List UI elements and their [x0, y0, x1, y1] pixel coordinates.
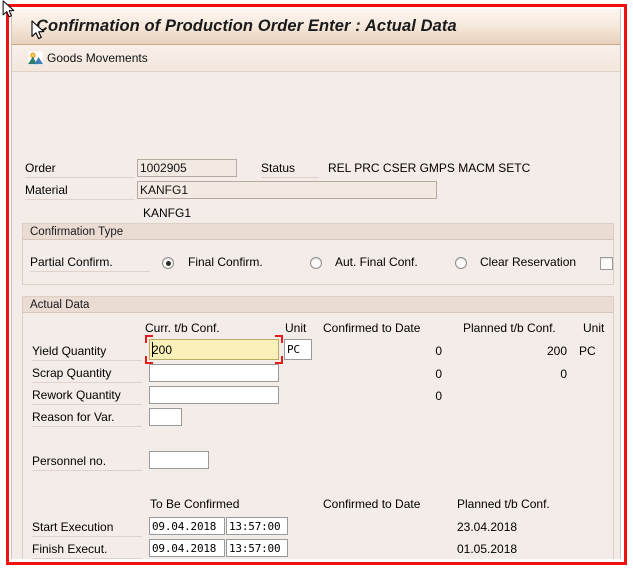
text-caret: [152, 342, 153, 357]
radio-clear-reservation-label: Clear Reservation: [480, 255, 577, 269]
finish-execut-time-input[interactable]: [226, 539, 288, 557]
start-execution-planned: 23.04.2018: [457, 520, 518, 534]
col-curr-tb-conf: Curr. t/b Conf.: [145, 321, 220, 335]
order-label: Order: [25, 161, 135, 178]
material-input[interactable]: [137, 181, 437, 199]
window-title-bar: Confirmation of Production Order Enter :…: [12, 9, 620, 45]
application-toolbar: Goods Movements: [12, 45, 620, 72]
finish-execut-planned: 01.05.2018: [457, 542, 518, 556]
confirmation-type-section-title: Confirmation Type: [22, 223, 614, 240]
actual-data-section-title: Actual Data: [22, 296, 614, 313]
radio-final-confirm-label: Final Confirm.: [188, 255, 263, 269]
sap-gui-window: Confirmation of Production Order Enter :…: [11, 9, 621, 559]
yield-quantity-label: Yield Quantity: [32, 344, 142, 361]
rework-quantity-input[interactable]: [149, 386, 279, 404]
col-to-be-confirmed: To Be Confirmed: [150, 497, 240, 511]
personnel-no-label: Personnel no.: [32, 454, 142, 471]
yield-planned-unit: PC: [579, 344, 596, 358]
col-confirmed-to-date: Confirmed to Date: [323, 321, 421, 335]
goods-movements-button[interactable]: Goods Movements: [25, 48, 151, 67]
rework-confirmed-to-date: 0: [435, 389, 442, 403]
main-content: Order Status REL PRC CSER GMPS MACM SETC…: [12, 72, 620, 559]
radio-clear-reservation[interactable]: [455, 257, 467, 269]
yield-unit-input[interactable]: [284, 339, 312, 360]
col-planned-tb-conf: Planned t/b Conf.: [463, 321, 556, 335]
scrap-confirmed-to-date: 0: [435, 367, 442, 381]
col-dates-confirmed-to-date: Confirmed to Date: [323, 497, 421, 511]
reason-for-var-label: Reason for Var.: [32, 410, 142, 427]
status-value: REL PRC CSER GMPS MACM SETC: [328, 161, 531, 175]
finish-execut-label: Finish Execut.: [32, 542, 142, 559]
yield-planned: 200: [546, 344, 567, 358]
col-dates-planned-tb-conf: Planned t/b Conf.: [457, 497, 550, 511]
confirmation-type-checkbox[interactable]: [600, 257, 613, 270]
yield-confirmed-to-date: 0: [435, 344, 442, 358]
goods-movements-label: Goods Movements: [47, 50, 148, 65]
start-execution-label: Start Execution: [32, 520, 142, 537]
scrap-quantity-label: Scrap Quantity: [32, 366, 142, 383]
page-title: Confirmation of Production Order Enter :…: [36, 17, 457, 35]
radio-aut-final-conf-label: Aut. Final Conf.: [335, 255, 418, 269]
rework-quantity-label: Rework Quantity: [32, 388, 142, 405]
yield-quantity-input[interactable]: [149, 339, 279, 360]
picture-icon: [28, 50, 43, 65]
col-unit: Unit: [285, 321, 307, 335]
finish-execut-date-input[interactable]: [149, 539, 225, 557]
partial-confirm-label: Partial Confirm.: [30, 255, 150, 272]
radio-final-confirm[interactable]: [162, 257, 174, 269]
reason-for-var-input[interactable]: [149, 408, 182, 426]
order-input[interactable]: [137, 159, 237, 177]
personnel-no-input[interactable]: [149, 451, 209, 469]
radio-aut-final-conf[interactable]: [310, 257, 322, 269]
scrap-quantity-input[interactable]: [149, 364, 279, 382]
scrap-planned: 0: [560, 367, 567, 381]
col-unit-2: Unit: [583, 321, 605, 335]
start-execution-date-input[interactable]: [149, 517, 225, 535]
material-label: Material: [25, 183, 135, 200]
status-label: Status: [261, 161, 319, 178]
start-execution-time-input[interactable]: [226, 517, 288, 535]
material-description: KANFG1: [143, 206, 192, 220]
